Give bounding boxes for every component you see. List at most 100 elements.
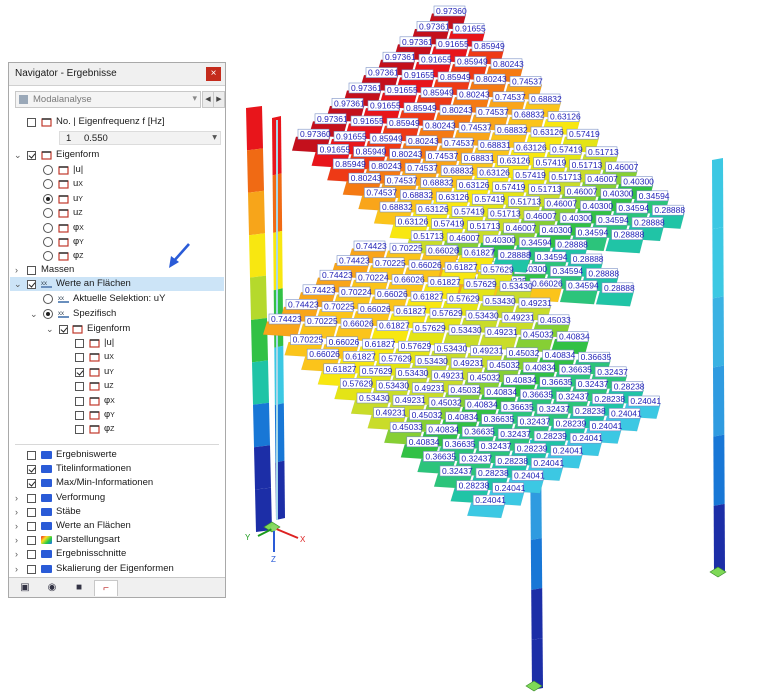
sub-eigenform-option[interactable]: uZ [9, 379, 225, 393]
display-item[interactable]: Max/Min-Informationen [9, 476, 225, 490]
chevron-right-icon[interactable]: › [15, 505, 18, 519]
result-value-label: 0.24041 [628, 395, 661, 407]
display-item-checkbox[interactable] [27, 479, 36, 489]
display-item[interactable]: › Darstellungsart [9, 533, 225, 547]
sub-eigenform-checkbox[interactable] [75, 396, 84, 406]
eigenform-option[interactable]: uZ [9, 206, 225, 220]
werte-an-flaechen-node[interactable]: ⌄ xx Werte an Flächen [9, 277, 225, 291]
result-value-label: 0.91655 [367, 100, 401, 111]
sub-eigenform-option[interactable]: φZ [9, 422, 225, 436]
eigenform-radio[interactable] [43, 208, 53, 219]
chevron-right-icon[interactable]: › [15, 547, 18, 561]
next-button[interactable]: ▶ [213, 91, 225, 108]
chevron-right-icon[interactable]: › [15, 519, 18, 533]
massen-checkbox[interactable] [27, 266, 36, 275]
result-value-label: 0.32437 [556, 391, 589, 402]
aktuelle-selektion-option[interactable]: xx Aktuelle Selektion: uY [9, 292, 225, 306]
display-item-checkbox[interactable] [27, 493, 36, 503]
display-item-checkbox[interactable] [27, 536, 36, 546]
sub-eigenform-checkbox[interactable] [75, 339, 84, 348]
result-value-label: 0.36635 [481, 413, 515, 425]
eigenform-radio[interactable] [43, 165, 53, 175]
eigenform-option[interactable]: uY [9, 192, 225, 206]
eigenform-option[interactable]: φX [9, 221, 225, 235]
sub-eigenform-option[interactable]: φY [9, 408, 225, 422]
spezifisch-radio[interactable] [43, 309, 53, 319]
result-value: 0.68832 [514, 109, 545, 119]
sub-eigenform-checkbox[interactable] [75, 411, 84, 420]
eigenform-radio[interactable] [43, 251, 53, 262]
close-button[interactable]: × [206, 67, 221, 81]
spezifisch-option[interactable]: ⌄ xx Spezifisch [9, 307, 225, 321]
display-item[interactable]: › Ergebnisschnitte [9, 547, 225, 561]
eigenform-option[interactable]: uX [9, 177, 225, 191]
display-item[interactable]: › Stäbe [9, 505, 225, 519]
chevron-right-icon[interactable]: › [15, 491, 18, 505]
view-icon[interactable]: ▣ [13, 580, 37, 596]
display-item[interactable]: › Werte an Flächen [9, 519, 225, 533]
eigenform-checkbox[interactable] [27, 151, 36, 160]
result-value-label: 0.61827 [362, 338, 396, 350]
eye-icon[interactable]: ◉ [40, 580, 64, 596]
result-value-label: 0.85949 [471, 40, 505, 52]
sub-eigenform-option[interactable]: uX [9, 350, 225, 364]
chevron-down-icon[interactable]: ▾ [192, 93, 197, 104]
column-segment [712, 296, 724, 368]
chevron-down-icon[interactable]: ⌄ [46, 322, 54, 336]
model-viewport[interactable]: 0.97360 0.97361 0.91655 0.97361 0.91655 0.859… [230, 0, 760, 695]
result-value-label: 0.32437 [478, 440, 512, 452]
chevron-right-icon[interactable]: › [15, 562, 18, 576]
eigenform-radio[interactable] [43, 179, 53, 190]
results-icon[interactable]: ⌐ [94, 580, 118, 596]
analysis-type-dropdown[interactable]: Modalanalyse ▾ [15, 91, 201, 108]
camera-icon[interactable]: ■ [67, 580, 91, 596]
aktuelle-selektion-radio[interactable] [43, 294, 53, 304]
result-value: 0.63126 [516, 142, 547, 152]
result-value-label: 0.45032 [520, 329, 554, 340]
werte-an-flaechen-checkbox[interactable] [27, 280, 36, 289]
display-item[interactable]: Titelinformationen [9, 462, 225, 476]
sub-eigenform-option[interactable]: uY [9, 365, 225, 379]
result-value-label: 0.57629 [480, 264, 514, 275]
display-item-checkbox[interactable] [27, 507, 36, 517]
eigenform-radio[interactable] [43, 222, 53, 233]
result-value-label: 0.49231 [484, 326, 518, 338]
navigator-titlebar[interactable]: Navigator - Ergebnisse × [9, 63, 225, 86]
sub-eigenform-checkbox[interactable] [75, 425, 84, 435]
result-value: 0.53430 [437, 343, 468, 353]
result-value: 0.40300 [542, 225, 573, 235]
eigenform-node[interactable]: ⌄ Eigenform [9, 148, 225, 162]
eigenform-radio[interactable] [43, 193, 53, 204]
eigenfrequency-checkbox[interactable] [27, 118, 36, 127]
result-value: 0.34594 [639, 191, 670, 201]
eigenfrequency-row[interactable]: No. | Eigenfrequenz f [Hz] [9, 115, 225, 129]
result-value-label: 0.57629 [340, 378, 373, 389]
eigenform-option[interactable]: |u| [9, 163, 225, 177]
chevron-right-icon[interactable]: › [15, 263, 18, 277]
chevron-right-icon[interactable]: › [15, 533, 18, 547]
sub-eigenform-option[interactable]: |u| [9, 336, 225, 350]
sub-eigenform-checkbox[interactable] [59, 325, 68, 334]
display-item-checkbox[interactable] [27, 550, 36, 560]
sub-eigenform-node[interactable]: ⌄ Eigenform [9, 322, 225, 336]
display-item-checkbox[interactable] [27, 522, 36, 531]
sub-eigenform-checkbox[interactable] [75, 353, 84, 363]
mode-selector[interactable]: 1 0.550 ▾ [59, 131, 221, 145]
sub-eigenform-checkbox[interactable] [75, 382, 84, 392]
sub-eigenform-checkbox[interactable] [75, 367, 84, 377]
display-item[interactable]: › Skalierung der Eigenformen [9, 562, 225, 576]
sub-eigenform-option[interactable]: φX [9, 394, 225, 408]
eigenform-radio[interactable] [43, 237, 53, 247]
chevron-down-icon[interactable]: ⌄ [30, 307, 38, 321]
display-item[interactable]: › Verformung [9, 491, 225, 505]
result-value: 0.61827 [464, 248, 495, 258]
result-value: 0.68831 [464, 153, 495, 163]
chevron-down-icon[interactable]: ▾ [212, 132, 217, 143]
chevron-down-icon[interactable]: ⌄ [14, 148, 22, 162]
chevron-down-icon[interactable]: ⌄ [14, 277, 22, 291]
display-item-checkbox[interactable] [27, 465, 36, 475]
result-value: 0.51713 [588, 147, 619, 157]
display-item-checkbox[interactable] [27, 564, 36, 574]
display-item[interactable]: Ergebniswerte [9, 448, 225, 462]
display-item-checkbox[interactable] [27, 451, 36, 460]
